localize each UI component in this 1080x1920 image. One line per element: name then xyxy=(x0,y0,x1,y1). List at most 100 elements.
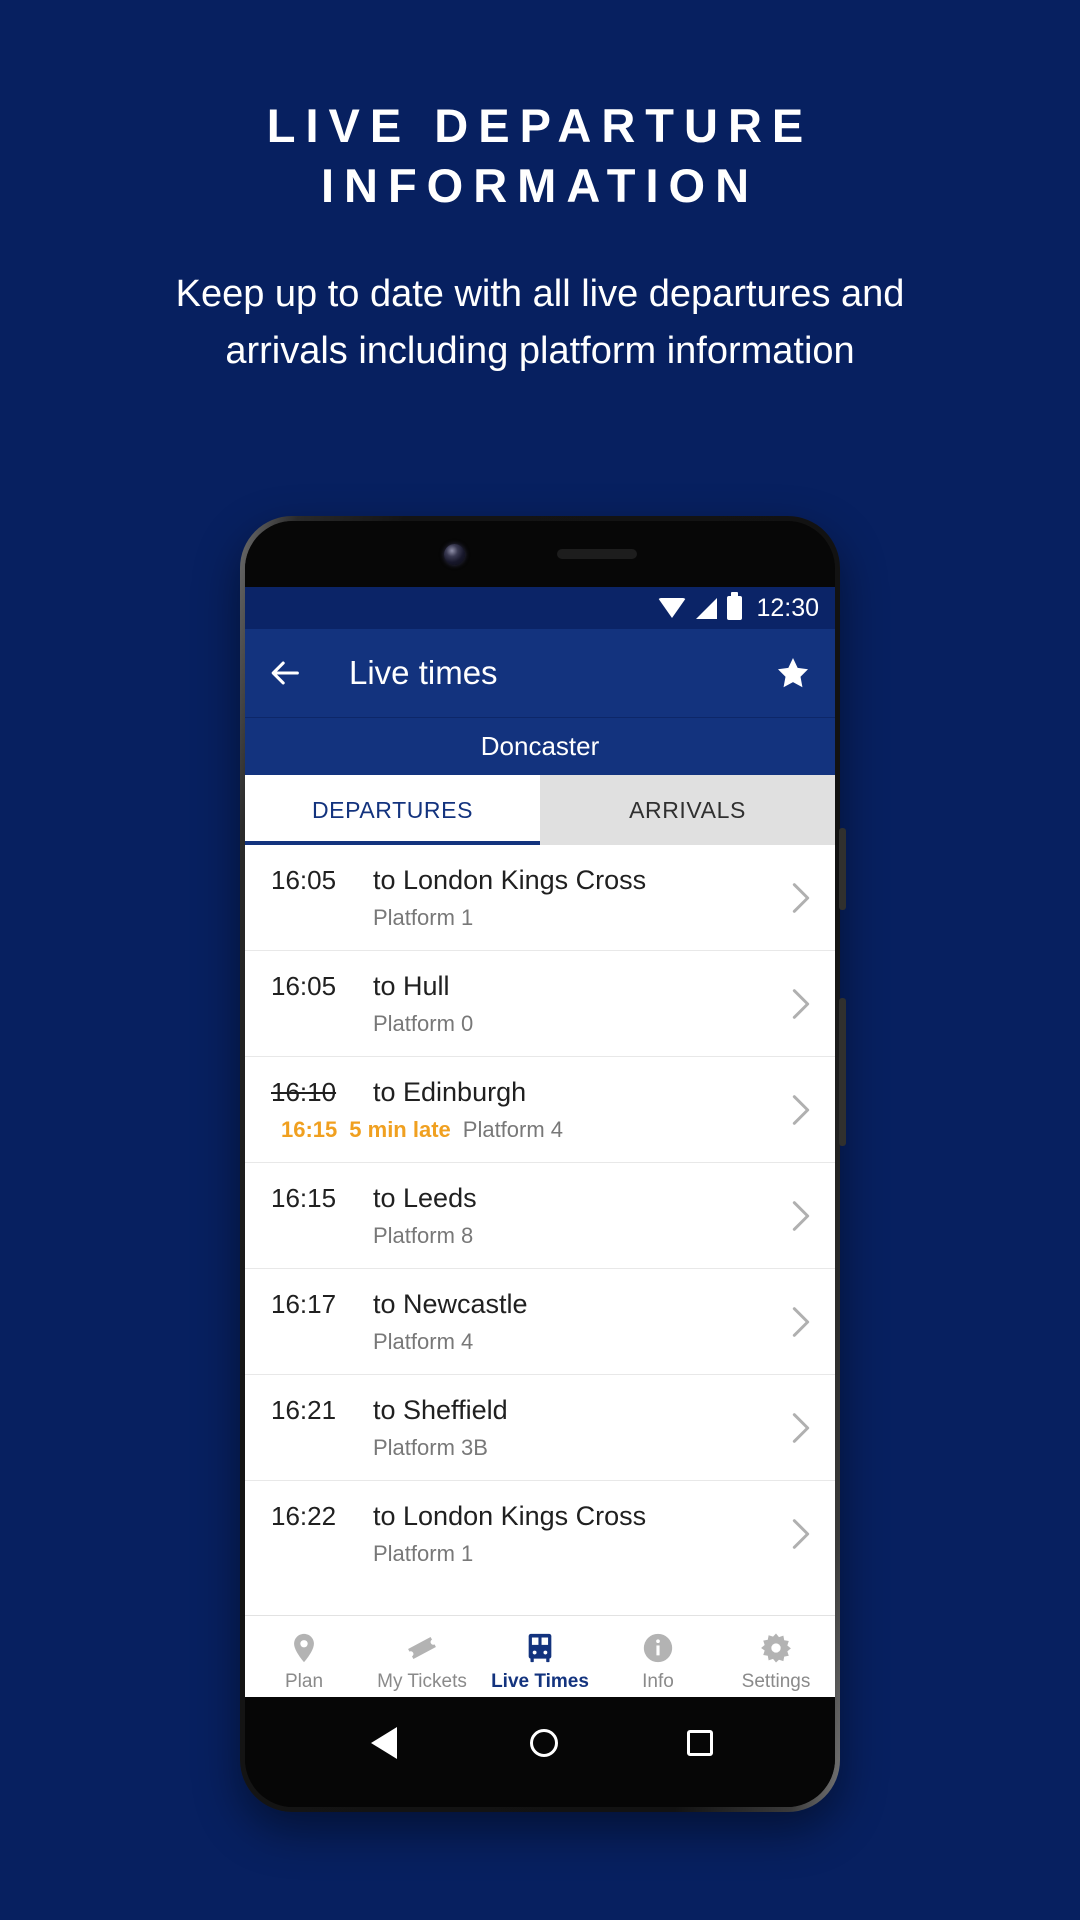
bottom-nav-label-info: Info xyxy=(642,1670,674,1692)
bottom-nav-item-my-tickets[interactable]: My Tickets xyxy=(363,1616,481,1707)
back-triangle-icon[interactable] xyxy=(367,1726,401,1760)
back-arrow-icon[interactable] xyxy=(269,656,303,690)
departure-row[interactable]: 16:05 to Hull Platform 0 xyxy=(245,951,835,1057)
tab-arrivals[interactable]: ARRIVALS xyxy=(540,775,835,845)
phone-top-bezel xyxy=(245,521,835,587)
bottom-nav-label-live-times: Live Times xyxy=(491,1670,589,1692)
departure-platform: Platform 0 xyxy=(373,1010,474,1036)
departure-secondary-line: Platform 4 xyxy=(271,1329,781,1355)
departure-primary-line: 16:21 to Sheffield xyxy=(271,1395,781,1426)
departure-platform: Platform 1 xyxy=(373,1541,474,1566)
departure-delay-text: 5 min late xyxy=(349,1116,451,1142)
departure-primary-line: 16:15 to Leeds xyxy=(271,1183,781,1214)
departure-primary-line: 16:10 to Edinburgh xyxy=(271,1077,781,1108)
promo-header: LIVE DEPARTURE INFORMATION Keep up to da… xyxy=(0,96,1080,379)
bottom-navigation-bar: Plan My Tickets Live Times Info Settings xyxy=(245,1615,835,1707)
departure-destination: to Hull xyxy=(373,970,450,1001)
departure-time-expected: 16:15 xyxy=(281,1116,338,1142)
departure-platform: Platform 4 xyxy=(373,1328,474,1354)
page-title: Live times xyxy=(349,654,498,691)
phone-body: 12:30 Live times Doncaster DEPARTURES AR… xyxy=(245,521,835,1807)
chevron-right-icon xyxy=(792,1200,810,1231)
bottom-nav-item-live-times[interactable]: Live Times xyxy=(481,1616,599,1707)
bottom-nav-item-settings[interactable]: Settings xyxy=(717,1616,835,1707)
promo-subtitle: Keep up to date with all live departures… xyxy=(175,273,905,372)
tab-departures[interactable]: DEPARTURES xyxy=(245,775,540,845)
departure-primary-line: 16:17 to Newcastle xyxy=(271,1289,781,1320)
front-camera-icon xyxy=(443,543,465,565)
departure-platform: Platform 8 xyxy=(373,1222,474,1248)
departure-destination: to Edinburgh xyxy=(373,1076,527,1107)
map-pin-icon xyxy=(287,1631,321,1665)
signal-icon xyxy=(696,597,718,619)
departure-secondary-line: 16:15 5 min late Platform 4 xyxy=(271,1117,781,1143)
departure-row[interactable]: 16:21 to Sheffield Platform 3B xyxy=(245,1375,835,1481)
departure-time: 16:22 xyxy=(271,1501,337,1531)
departure-row[interactable]: 16:22 to London Kings Cross Platform 1 xyxy=(245,1481,835,1587)
departure-primary-line: 16:05 to London Kings Cross xyxy=(271,865,781,896)
app-bar: Live times xyxy=(245,629,835,717)
departure-platform: Platform 3B xyxy=(373,1434,488,1460)
earpiece-speaker-icon xyxy=(556,549,637,559)
departure-secondary-line: Platform 1 xyxy=(271,905,781,931)
departure-row-content: 16:21 to Sheffield Platform 3B xyxy=(271,1395,781,1461)
ticket-icon xyxy=(405,1631,439,1665)
departure-time: 16:21 xyxy=(271,1394,337,1425)
chevron-right-icon xyxy=(792,1306,810,1337)
departure-secondary-line: Platform 0 xyxy=(271,1011,781,1037)
chevron-right-icon xyxy=(792,1094,810,1125)
departure-time-scheduled: 16:10 xyxy=(271,1076,337,1107)
status-bar-clock: 12:30 xyxy=(756,593,819,622)
departure-row[interactable]: 16:17 to Newcastle Platform 4 xyxy=(245,1269,835,1375)
departure-primary-line: 16:22 to London Kings Cross xyxy=(271,1501,781,1532)
recents-square-icon[interactable] xyxy=(686,1730,713,1756)
departure-row-content: 16:15 to Leeds Platform 8 xyxy=(271,1183,781,1249)
departure-platform: Platform 4 xyxy=(462,1116,564,1142)
chevron-right-icon xyxy=(792,1412,810,1443)
departure-time: 16:05 xyxy=(271,864,337,895)
train-icon xyxy=(523,1631,557,1665)
power-button[interactable] xyxy=(839,828,846,910)
departure-secondary-line: Platform 3B xyxy=(271,1435,781,1461)
volume-button[interactable] xyxy=(839,998,846,1146)
chevron-right-icon xyxy=(792,882,810,913)
station-name-bar[interactable]: Doncaster xyxy=(245,717,835,775)
phone-screen: 12:30 Live times Doncaster DEPARTURES AR… xyxy=(245,587,835,1707)
departure-row-content: 16:10 to Edinburgh 16:15 5 min late Plat… xyxy=(271,1077,781,1143)
bottom-nav-label-my-tickets: My Tickets xyxy=(377,1670,467,1692)
chevron-right-icon xyxy=(792,1519,810,1549)
departure-row-content: 16:17 to Newcastle Platform 4 xyxy=(271,1289,781,1355)
departure-secondary-line: Platform 8 xyxy=(271,1223,781,1249)
bottom-nav-label-settings: Settings xyxy=(741,1670,811,1692)
gear-icon xyxy=(759,1631,793,1665)
status-bar: 12:30 xyxy=(245,587,835,629)
departure-destination: to London Kings Cross xyxy=(373,1501,647,1531)
bottom-nav-label-plan: Plan xyxy=(284,1670,324,1692)
promo-title: LIVE DEPARTURE INFORMATION xyxy=(266,99,814,213)
departure-destination: to Sheffield xyxy=(373,1394,508,1425)
departures-list: 16:05 to London Kings Cross Platform 1 1… xyxy=(245,845,835,1615)
bottom-nav-item-info[interactable]: Info xyxy=(599,1616,717,1707)
home-circle-icon[interactable] xyxy=(529,1729,558,1757)
departure-row-delayed[interactable]: 16:10 to Edinburgh 16:15 5 min late Plat… xyxy=(245,1057,835,1163)
tab-bar: DEPARTURES ARRIVALS xyxy=(245,775,835,845)
bottom-nav-item-plan[interactable]: Plan xyxy=(245,1616,363,1707)
wifi-icon xyxy=(658,598,687,618)
departure-platform: Platform 1 xyxy=(373,904,474,930)
tab-departures-label: DEPARTURES xyxy=(311,796,474,823)
departure-time: 16:05 xyxy=(271,970,337,1001)
station-name: Doncaster xyxy=(480,731,600,761)
departure-row[interactable]: 16:05 to London Kings Cross Platform 1 xyxy=(245,845,835,951)
android-navigation-bar xyxy=(245,1697,835,1807)
departure-row[interactable]: 16:15 to Leeds Platform 8 xyxy=(245,1163,835,1269)
departure-secondary-line: Platform 1 xyxy=(271,1541,781,1567)
departure-row-content: 16:22 to London Kings Cross Platform 1 xyxy=(271,1501,781,1567)
departure-destination: to Newcastle xyxy=(373,1288,528,1319)
phone-device: 12:30 Live times Doncaster DEPARTURES AR… xyxy=(240,516,846,1812)
info-circle-icon xyxy=(641,1631,675,1665)
star-icon[interactable] xyxy=(775,655,811,691)
departure-destination: to London Kings Cross xyxy=(373,864,647,895)
departure-time: 16:15 xyxy=(271,1182,337,1213)
departure-primary-line: 16:05 to Hull xyxy=(271,971,781,1002)
departure-row-content: 16:05 to London Kings Cross Platform 1 xyxy=(271,865,781,931)
